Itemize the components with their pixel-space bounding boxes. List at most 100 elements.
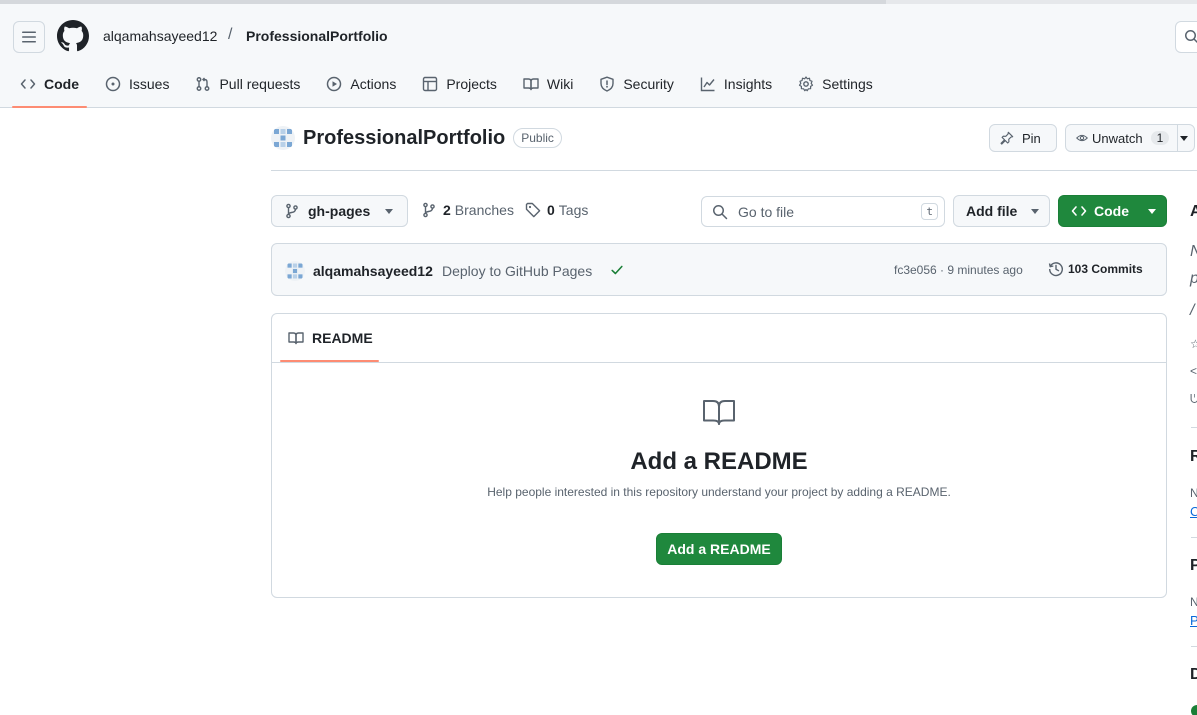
about-text-fragment: N (1190, 243, 1197, 261)
tab-label: Wiki (546, 76, 574, 92)
releases-heading-fragment: R (1190, 448, 1197, 465)
commit-author-avatar[interactable] (285, 261, 305, 281)
readme-description: Help people interested in this repositor… (487, 485, 951, 499)
tab-pull-requests[interactable]: Pull requests (187, 64, 308, 104)
releases-text-fragment: N (1190, 486, 1197, 500)
add-file-button[interactable]: Add file (953, 195, 1050, 227)
header-divider (271, 170, 1197, 171)
menu-button[interactable] (13, 21, 45, 53)
readme-tab-underline (280, 360, 379, 362)
latest-commit-bar: alqamahsayeed12 Deploy to GitHub Pages f… (271, 243, 1167, 296)
about-text-fragment: p (1190, 270, 1197, 288)
issue-icon (105, 76, 121, 92)
tags-link[interactable]: 0 Tags (525, 202, 588, 218)
tab-label: Pull requests (219, 76, 301, 92)
breadcrumb-separator: / (228, 26, 233, 43)
tab-actions[interactable]: Actions (318, 64, 404, 104)
repo-title[interactable]: ProfessionalPortfolio (303, 127, 505, 150)
tab-label: Security (623, 76, 674, 92)
visibility-badge: Public (513, 128, 562, 148)
play-icon (327, 76, 342, 92)
branches-count: 2 (443, 202, 451, 218)
star-icon-fragment: ☆ (1190, 337, 1197, 351)
tab-insights[interactable]: Insights (692, 64, 780, 104)
sidebar-divider (1191, 427, 1197, 428)
pin-label: Pin (1022, 130, 1041, 146)
search-button[interactable] (1175, 21, 1197, 53)
repo-tabs: Code Issues Pull requests Actions Projec… (12, 64, 891, 108)
tab-label: Issues (129, 76, 170, 92)
go-to-file-input[interactable]: Go to file t (701, 196, 945, 227)
tag-icon (525, 202, 541, 218)
search-icon (1185, 30, 1197, 44)
readme-heading: Add a README (630, 448, 808, 475)
packages-link-fragment[interactable]: P (1190, 613, 1197, 628)
caret-down-icon (385, 208, 393, 214)
packages-heading-fragment: P (1190, 557, 1197, 574)
about-text-fragment: / (1190, 302, 1195, 319)
caret-down-icon (1180, 135, 1189, 141)
branches-link[interactable]: 2 Branches (421, 202, 514, 218)
identicon-icon (285, 261, 305, 281)
identicon-icon (271, 126, 295, 150)
eye-icon (1076, 134, 1088, 142)
readme-tab-bar: README (272, 314, 1166, 363)
tab-label: Code (44, 76, 79, 92)
tab-projects[interactable]: Projects (414, 64, 505, 104)
table-icon (423, 76, 438, 92)
about-heading-fragment: A (1190, 203, 1197, 220)
commit-message[interactable]: Deploy to GitHub Pages (442, 263, 592, 279)
watch-button[interactable]: Unwatch 1 (1065, 124, 1195, 152)
commits-link[interactable]: 103 Commits (1048, 261, 1143, 277)
tab-label: Settings (822, 76, 873, 92)
commit-author[interactable]: alqamahsayeed12 (313, 263, 433, 279)
hamburger-icon (22, 31, 36, 43)
packages-text-fragment: N (1190, 595, 1197, 609)
activity-icon-fragment: ᕫ (1190, 392, 1197, 406)
book-icon (288, 332, 304, 345)
commits-count-label: 103 Commits (1068, 262, 1143, 276)
breadcrumb-owner[interactable]: alqamahsayeed12 (103, 28, 217, 44)
tab-issues[interactable]: Issues (97, 64, 177, 104)
commit-hash-time[interactable]: fc3e056 · 9 minutes ago (894, 263, 1023, 277)
tab-security[interactable]: Security (591, 64, 682, 104)
search-icon (713, 204, 728, 219)
add-readme-button[interactable]: Add a README (656, 533, 782, 565)
branch-selector[interactable]: gh-pages (271, 195, 408, 227)
code-icon-fragment: < (1190, 364, 1197, 378)
code-button-label: Code (1094, 203, 1129, 219)
tab-code[interactable]: Code (12, 64, 87, 108)
tab-settings[interactable]: Settings (790, 64, 881, 104)
branch-icon (286, 203, 298, 219)
repo-title-row: ProfessionalPortfolio Public (271, 126, 562, 150)
tags-count: 0 (547, 202, 555, 218)
sidebar-divider (1191, 537, 1197, 538)
branch-icon (423, 202, 435, 218)
watch-count: 1 (1150, 131, 1170, 145)
watch-dropdown[interactable] (1177, 125, 1194, 151)
add-file-label: Add file (966, 203, 1018, 219)
book-icon (523, 78, 539, 91)
code-icon (20, 79, 36, 89)
tab-label: Actions (350, 76, 397, 92)
breadcrumb-repo[interactable]: ProfessionalPortfolio (246, 28, 388, 44)
caret-down-icon (1148, 208, 1156, 214)
github-logo-icon[interactable] (57, 20, 89, 52)
tab-label: Projects (446, 76, 497, 92)
graph-icon (700, 77, 715, 92)
readme-tab[interactable]: README (288, 330, 373, 346)
history-icon (1048, 262, 1063, 277)
gear-icon (799, 76, 814, 92)
pin-button[interactable]: Pin (989, 124, 1057, 152)
check-icon[interactable] (610, 263, 624, 277)
tab-label: Insights (723, 76, 773, 92)
caret-down-icon (1031, 208, 1039, 214)
sidebar-divider (1191, 646, 1197, 647)
owner-avatar[interactable] (271, 126, 295, 150)
code-button[interactable]: Code (1058, 195, 1167, 227)
releases-link-fragment[interactable]: C (1190, 504, 1197, 519)
deployments-heading-fragment: D (1190, 666, 1197, 683)
book-icon (703, 400, 735, 425)
pin-icon (1000, 131, 1014, 145)
tab-wiki[interactable]: Wiki (515, 64, 581, 104)
